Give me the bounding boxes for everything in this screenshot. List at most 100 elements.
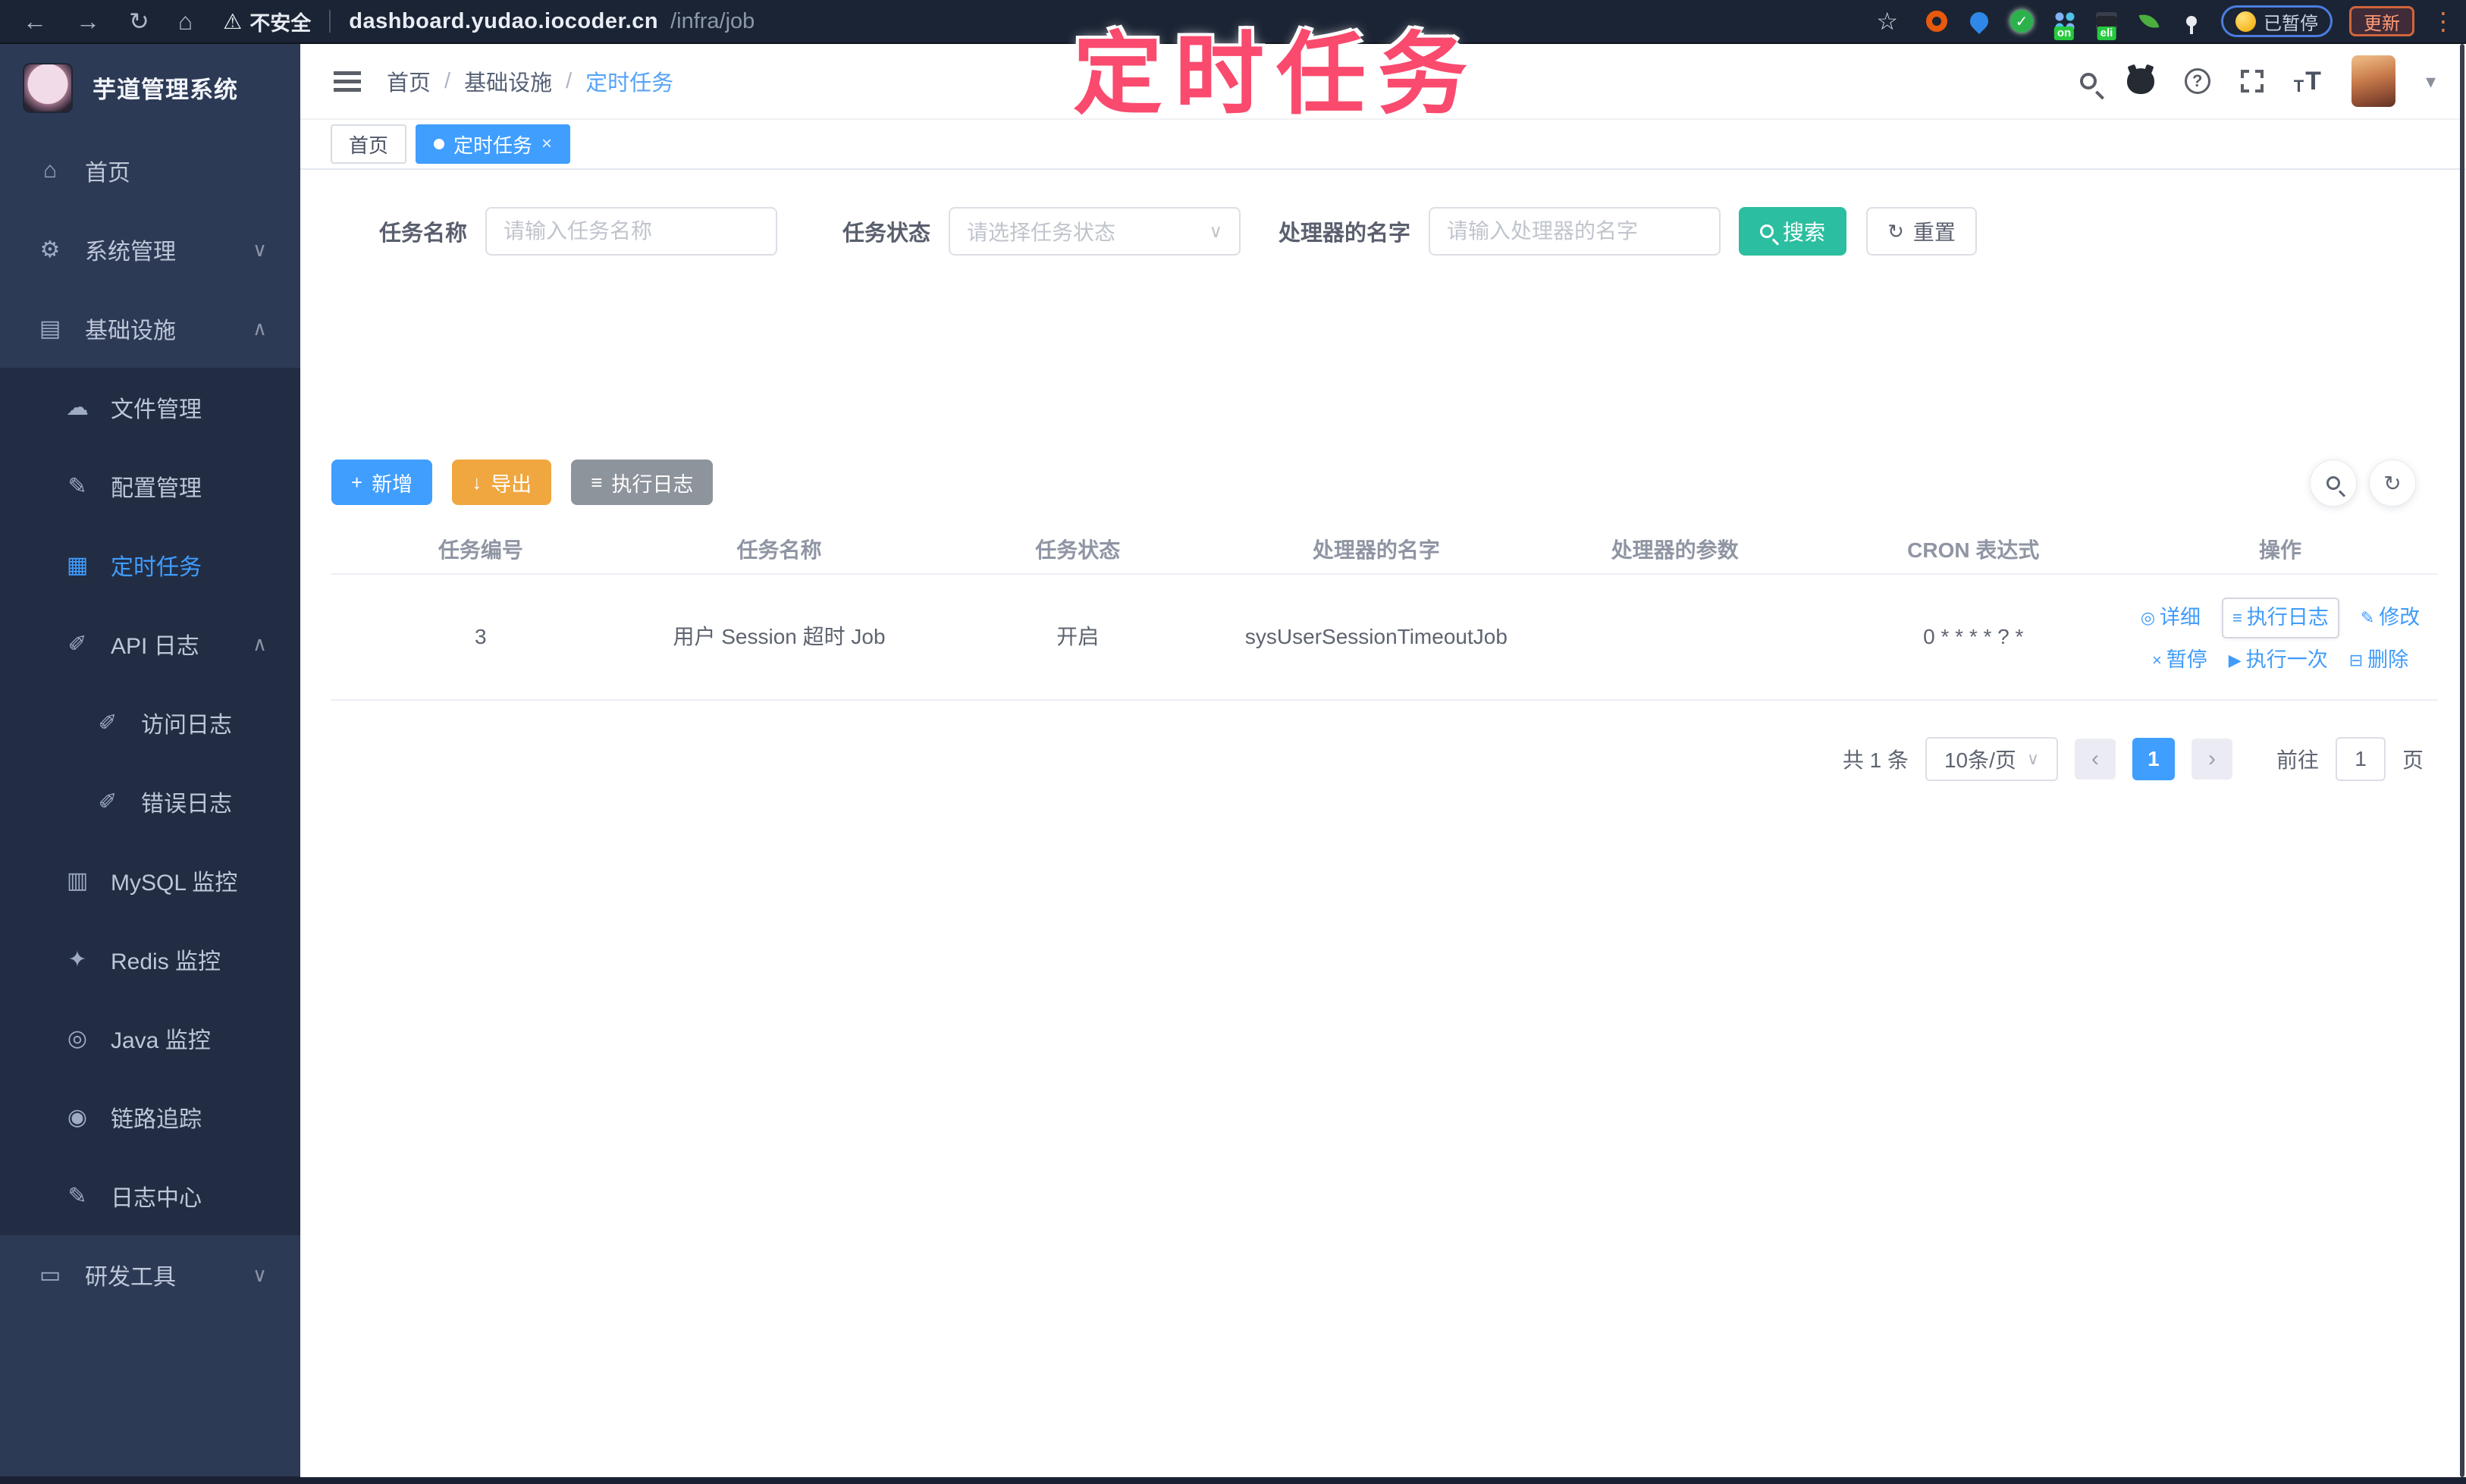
sidebar-logo[interactable]: 芋道管理系统	[0, 44, 300, 131]
browser-extensions: ☆ ✓ on eli 已暂停 更新 ⋮	[1876, 5, 2455, 40]
font-size-icon[interactable]: T T	[2294, 67, 2321, 96]
home-icon: ⌂	[42, 158, 58, 183]
sidebar-item-log-center[interactable]: ✎ 日志中心	[0, 1156, 300, 1235]
filter-form: 任务名称 任务状态 请选择任务状态 ∨ 处理器的名字 搜索 ↻	[379, 206, 1977, 256]
job-status-placeholder: 请选择任务状态	[967, 221, 1116, 244]
extension-eli-icon[interactable]: eli	[2094, 8, 2119, 40]
edit-icon: ✎	[67, 473, 87, 499]
extension-leaf-icon[interactable]	[2136, 8, 2162, 34]
handler-name-input[interactable]	[1429, 207, 1721, 256]
paused-badge[interactable]: 已暂停	[2221, 5, 2333, 37]
run-once-link[interactable]: ▶ 执行一次	[2229, 645, 2328, 676]
layers-icon: ✦	[67, 946, 87, 972]
pause-label: 暂停	[2166, 648, 2207, 671]
forward-icon[interactable]: →	[76, 8, 100, 36]
delete-link[interactable]: ⊟ 删除	[2349, 645, 2408, 676]
sidebar-item-dev-tools[interactable]: ▭ 研发工具 ∨	[0, 1235, 300, 1314]
caret-down-icon[interactable]: ▾	[2426, 70, 2436, 93]
sidebar-item-java-monitor[interactable]: ◎ Java 监控	[0, 999, 300, 1078]
plus-icon: +	[351, 470, 363, 494]
bookmark-star-icon[interactable]: ☆	[1876, 7, 1898, 36]
goto-page-input[interactable]	[2335, 737, 2386, 781]
url-host: dashboard.yudao.iocoder.cn	[349, 8, 659, 33]
page-size-select[interactable]: 10条/页 ∨	[1925, 737, 2058, 781]
tab-scheduled-jobs[interactable]: 定时任务 ×	[416, 124, 571, 164]
header-actions: ? T T ▾	[2079, 55, 2436, 107]
detail-link[interactable]: ◎ 详细	[2141, 602, 2201, 634]
update-button[interactable]: 更新	[2349, 6, 2414, 36]
app-title: 芋道管理系统	[93, 77, 238, 103]
sidebar-item-label: Java 监控	[111, 1028, 211, 1053]
search-icon[interactable]	[2079, 73, 2097, 89]
back-icon[interactable]: ←	[23, 8, 47, 36]
window-bottom-edge	[0, 1477, 2466, 1484]
prev-page-button[interactable]: ‹	[2074, 739, 2116, 780]
page-scrollbar[interactable]	[2460, 44, 2464, 1477]
user-avatar[interactable]	[2351, 55, 2395, 107]
hamburger-icon[interactable]	[334, 71, 361, 92]
reset-button-label: 重置	[1912, 221, 1956, 244]
reset-button[interactable]: ↻ 重置	[1866, 207, 1977, 256]
search-button[interactable]: 搜索	[1739, 207, 1847, 256]
sidebar-item-file-management[interactable]: ☁ 文件管理	[0, 368, 300, 447]
extension-orange-ring-icon[interactable]	[1924, 8, 1950, 34]
sidebar-item-label: 日志中心	[111, 1186, 202, 1211]
sidebar-item-home[interactable]: ⌂ 首页	[0, 131, 300, 210]
page-1-button[interactable]: 1	[2132, 738, 2175, 780]
help-icon[interactable]: ?	[2184, 68, 2210, 94]
job-name-label: 任务名称	[379, 221, 468, 246]
next-page-button[interactable]: ›	[2191, 739, 2232, 780]
reload-icon[interactable]: ↻	[129, 7, 149, 36]
github-icon[interactable]	[2126, 68, 2154, 94]
tab-home[interactable]: 首页	[331, 124, 407, 164]
sidebar-item-label: 错误日志	[141, 792, 232, 817]
extension-pin-icon[interactable]	[2179, 8, 2204, 34]
show-search-button[interactable]	[2310, 460, 2357, 507]
goto-unit-label: 页	[2402, 748, 2424, 772]
add-button[interactable]: + 新增	[331, 460, 433, 505]
export-button-label: 导出	[491, 472, 532, 496]
fullscreen-icon[interactable]	[2239, 68, 2265, 94]
sidebar-item-redis-monitor[interactable]: ✦ Redis 监控	[0, 920, 300, 999]
home-icon[interactable]: ⌂	[178, 8, 193, 36]
app: 芋道管理系统 ⌂ 首页 ⚙ 系统管理 ∨ ▤ 基础设施 ∧ ☁ 文件管理 ✎ 配…	[0, 44, 2466, 1484]
address-bar[interactable]: ⚠ 不安全 dashboard.yudao.iocoder.cn /infra/…	[223, 7, 755, 36]
close-icon[interactable]: ×	[541, 133, 552, 155]
security-chip[interactable]: ⚠ 不安全	[223, 7, 311, 36]
pause-link[interactable]: × 暂停	[2152, 645, 2207, 676]
extension-blue-drop-icon[interactable]	[1966, 8, 1992, 34]
breadcrumb-home[interactable]: 首页	[387, 65, 431, 97]
log-icon: ✐	[98, 789, 118, 814]
extension-grid-icon[interactable]: on	[2051, 8, 2077, 40]
sidebar-item-mysql-monitor[interactable]: ▥ MySQL 监控	[0, 841, 300, 920]
refresh-button[interactable]: ↻	[2369, 460, 2416, 507]
breadcrumb-infra[interactable]: 基础设施	[464, 65, 552, 97]
table-tools: ↻	[2310, 460, 2416, 507]
eye-icon: ◎	[2140, 608, 2156, 628]
sidebar-item-label: 研发工具	[85, 1265, 176, 1290]
breadcrumb-separator: /	[444, 68, 451, 93]
sidebar-item-config-management[interactable]: ✎ 配置管理	[0, 447, 300, 526]
row-execution-log-link[interactable]: ≡ 执行日志	[2222, 598, 2339, 638]
column-header-status: 任务状态	[1035, 538, 1121, 562]
database-icon: ▥	[66, 867, 89, 893]
search-icon	[1760, 224, 1774, 238]
sidebar-item-system-management[interactable]: ⚙ 系统管理 ∨	[0, 210, 300, 289]
sidebar-item-scheduled-jobs[interactable]: ▦ 定时任务	[0, 526, 300, 604]
pagination: 共 1 条 10条/页 ∨ ‹ 1 › 前往 页	[1843, 737, 2424, 781]
sidebar-item-trace[interactable]: ◉ 链路追踪	[0, 1078, 300, 1156]
sidebar-item-infrastructure[interactable]: ▤ 基础设施 ∧	[0, 289, 300, 368]
column-header-id: 任务编号	[438, 538, 523, 562]
job-name-input[interactable]	[485, 207, 778, 256]
job-status-select[interactable]: 请选择任务状态 ∨	[949, 207, 1241, 256]
browser-menu-icon[interactable]: ⋮	[2431, 7, 2455, 36]
paused-label: 已暂停	[2264, 13, 2318, 34]
edit-link[interactable]: ✎ 修改	[2361, 602, 2420, 634]
breadcrumb-current: 定时任务	[585, 71, 674, 96]
execution-log-button[interactable]: ≡ 执行日志	[571, 460, 714, 505]
sidebar-item-error-log[interactable]: ✐ 错误日志	[0, 762, 300, 841]
sidebar-item-access-log[interactable]: ✐ 访问日志	[0, 683, 300, 762]
extension-green-check-icon[interactable]: ✓	[2009, 8, 2035, 34]
export-button[interactable]: ↓ 导出	[452, 460, 552, 505]
sidebar-item-api-log[interactable]: ✐ API 日志 ∧	[0, 604, 300, 683]
